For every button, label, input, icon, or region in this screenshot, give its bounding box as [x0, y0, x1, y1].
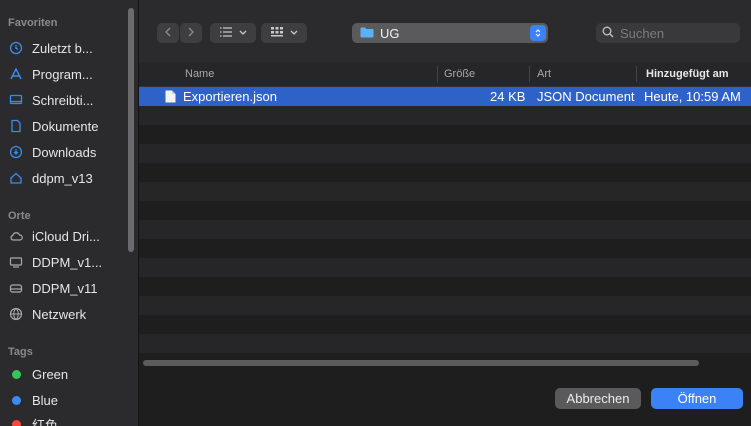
sidebar-item-downloads[interactable]: Downloads — [0, 140, 130, 164]
tag-dot-icon — [8, 392, 24, 408]
empty-row — [139, 201, 751, 220]
empty-row — [139, 334, 751, 353]
column-divider[interactable] — [529, 66, 530, 82]
clock-icon — [8, 40, 24, 56]
sidebar-item-label: Blue — [32, 392, 59, 408]
network-icon — [8, 306, 24, 322]
folder-location-select[interactable]: UG — [352, 23, 548, 43]
sidebar-item-recent[interactable]: Zuletzt b... — [0, 36, 130, 60]
toolbar: UG — [139, 0, 751, 62]
chevron-right-icon — [187, 27, 195, 40]
dialog-footer: Abbrechen Öffnen — [139, 368, 751, 426]
cloud-icon — [8, 228, 24, 244]
sidebar-tag-blue[interactable]: Blue — [0, 388, 130, 412]
sidebar-item-applications[interactable]: Program... — [0, 62, 130, 86]
sidebar-item-label: 红色 — [32, 417, 59, 426]
chevron-down-icon — [239, 27, 247, 39]
desktop-icon — [8, 92, 24, 108]
sidebar-item-label: Green — [32, 366, 69, 382]
table-row[interactable]: Exportieren.json 24 KB JSON Document Heu… — [139, 87, 751, 106]
file-date-added: Heute, 10:59 AM — [644, 89, 741, 104]
sidebar-item-label: Program... — [32, 66, 93, 82]
sidebar-item-icloud[interactable]: iCloud Dri... — [0, 224, 130, 248]
sidebar-item-ddpm-drive[interactable]: DDPM_v11 — [0, 276, 130, 300]
sidebar-item-label: DDPM_v11 — [32, 280, 98, 296]
download-icon — [8, 144, 24, 160]
sidebar-item-network[interactable]: Netzwerk — [0, 302, 130, 326]
horizontal-scrollbar[interactable] — [143, 360, 699, 366]
tags-section-title: Tags — [8, 346, 33, 358]
file-list: Exportieren.json 24 KB JSON Document Heu… — [139, 87, 751, 357]
applications-icon — [8, 66, 24, 82]
sidebar-item-home[interactable]: ddpm_v13 — [0, 166, 130, 190]
back-button[interactable] — [157, 23, 179, 43]
sidebar-item-label: Netzwerk — [32, 306, 87, 322]
sidebar-item-label: ddpm_v13 — [32, 170, 93, 186]
display-icon — [8, 254, 24, 270]
places-section-title: Orte — [8, 210, 31, 222]
folder-icon — [360, 26, 374, 41]
file-browser: UG Name Größe Art Hinzugefügt am Exporti… — [139, 0, 751, 426]
drive-icon — [8, 280, 24, 296]
sidebar-item-label: iCloud Dri... — [32, 228, 100, 244]
column-divider[interactable] — [636, 66, 637, 82]
sidebar-item-label: Dokumente — [32, 118, 99, 134]
cancel-button[interactable]: Abbrechen — [555, 388, 641, 409]
column-header: Name Größe Art Hinzugefügt am — [139, 62, 751, 87]
sidebar-item-label: Zuletzt b... — [32, 40, 93, 56]
list-view-icon — [219, 26, 233, 40]
updown-chevron-icon — [530, 25, 546, 41]
tag-dot-icon — [8, 416, 24, 426]
open-button[interactable]: Öffnen — [651, 388, 743, 409]
column-name-header[interactable]: Name — [185, 62, 214, 86]
forward-button[interactable] — [180, 23, 202, 43]
sidebar-item-desktop[interactable]: Schreibti... — [0, 88, 130, 112]
column-size-header[interactable]: Größe — [444, 62, 475, 86]
empty-row — [139, 163, 751, 182]
sidebar-tag-green[interactable]: Green — [0, 362, 130, 386]
empty-row — [139, 258, 751, 277]
empty-row — [139, 296, 751, 315]
sidebar-item-label: Downloads — [32, 144, 97, 160]
sidebar: Favoriten Zuletzt b... Program... Schrei… — [0, 0, 139, 426]
file-name: Exportieren.json — [183, 89, 277, 104]
search-icon — [602, 26, 614, 41]
empty-row — [139, 277, 751, 296]
tag-dot-icon — [8, 366, 24, 382]
document-icon — [8, 118, 24, 134]
file-size: 24 KB — [490, 89, 526, 104]
file-icon — [165, 90, 176, 106]
empty-row — [139, 144, 751, 163]
empty-row — [139, 220, 751, 239]
sidebar-item-documents[interactable]: Dokumente — [0, 114, 130, 138]
sidebar-tag-red[interactable]: 红色 — [0, 412, 130, 426]
empty-row — [139, 239, 751, 258]
home-icon — [8, 170, 24, 186]
grid-view-button[interactable] — [261, 23, 307, 43]
sidebar-item-ddpm-display[interactable]: DDPM_v1... — [0, 250, 130, 274]
file-kind: JSON Document — [537, 89, 635, 104]
column-divider[interactable] — [437, 66, 438, 82]
chevron-down-icon — [290, 27, 298, 39]
sidebar-scrollbar[interactable] — [128, 8, 134, 252]
favorites-section-title: Favoriten — [8, 17, 58, 29]
search-input[interactable] — [618, 24, 732, 42]
chevron-left-icon — [164, 27, 172, 40]
column-kind-header[interactable]: Art — [537, 62, 551, 86]
empty-row — [139, 106, 751, 125]
sidebar-item-label: Schreibti... — [32, 92, 94, 108]
empty-row — [139, 125, 751, 144]
empty-row — [139, 182, 751, 201]
empty-row — [139, 315, 751, 334]
search-field[interactable] — [596, 23, 740, 43]
column-added-header[interactable]: Hinzugefügt am — [646, 62, 729, 86]
sidebar-item-label: DDPM_v1... — [32, 254, 103, 270]
folder-name: UG — [380, 25, 400, 41]
list-view-button[interactable] — [210, 23, 256, 43]
grid-view-icon — [270, 26, 284, 41]
